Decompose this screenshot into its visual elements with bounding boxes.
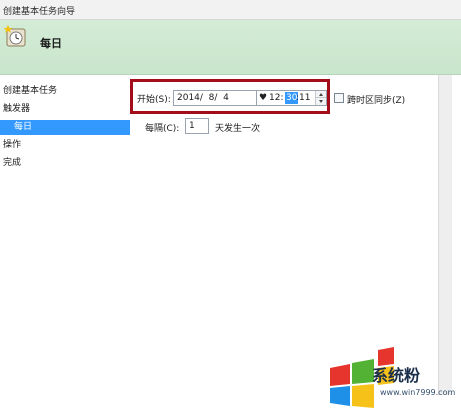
nav-step-create-basic-task[interactable]: 创建基本任务 (3, 84, 57, 99)
interval-unit: 天发生一次 (215, 124, 261, 134)
window-title: 创建基本任务向导 (3, 7, 76, 17)
title-bar: 创建基本任务向导 (0, 0, 461, 20)
sync-timezone-checkbox[interactable] (334, 93, 344, 103)
watermark-url: www.win7999.com (380, 388, 456, 397)
watermark: 系统粉 www.win7999.com (320, 340, 461, 415)
nav-step-action[interactable]: 操作 (3, 138, 21, 153)
nav-step-trigger[interactable]: 触发器 (3, 102, 30, 117)
sync-timezone-label[interactable]: 跨时区同步(Z) (347, 93, 405, 106)
watermark-text: 系统粉 (372, 366, 421, 385)
nav-step-daily[interactable]: 每日 (0, 120, 130, 135)
page-title: 每日 (40, 37, 62, 50)
nav-step-finish[interactable]: 完成 (3, 156, 21, 171)
wizard-header: 每日 (0, 20, 461, 75)
annotation-highlight-box (130, 79, 330, 114)
clock-wizard-icon (4, 25, 26, 47)
interval-label: 每隔(C): (145, 124, 180, 134)
interval-input[interactable]: 1 (185, 118, 209, 134)
